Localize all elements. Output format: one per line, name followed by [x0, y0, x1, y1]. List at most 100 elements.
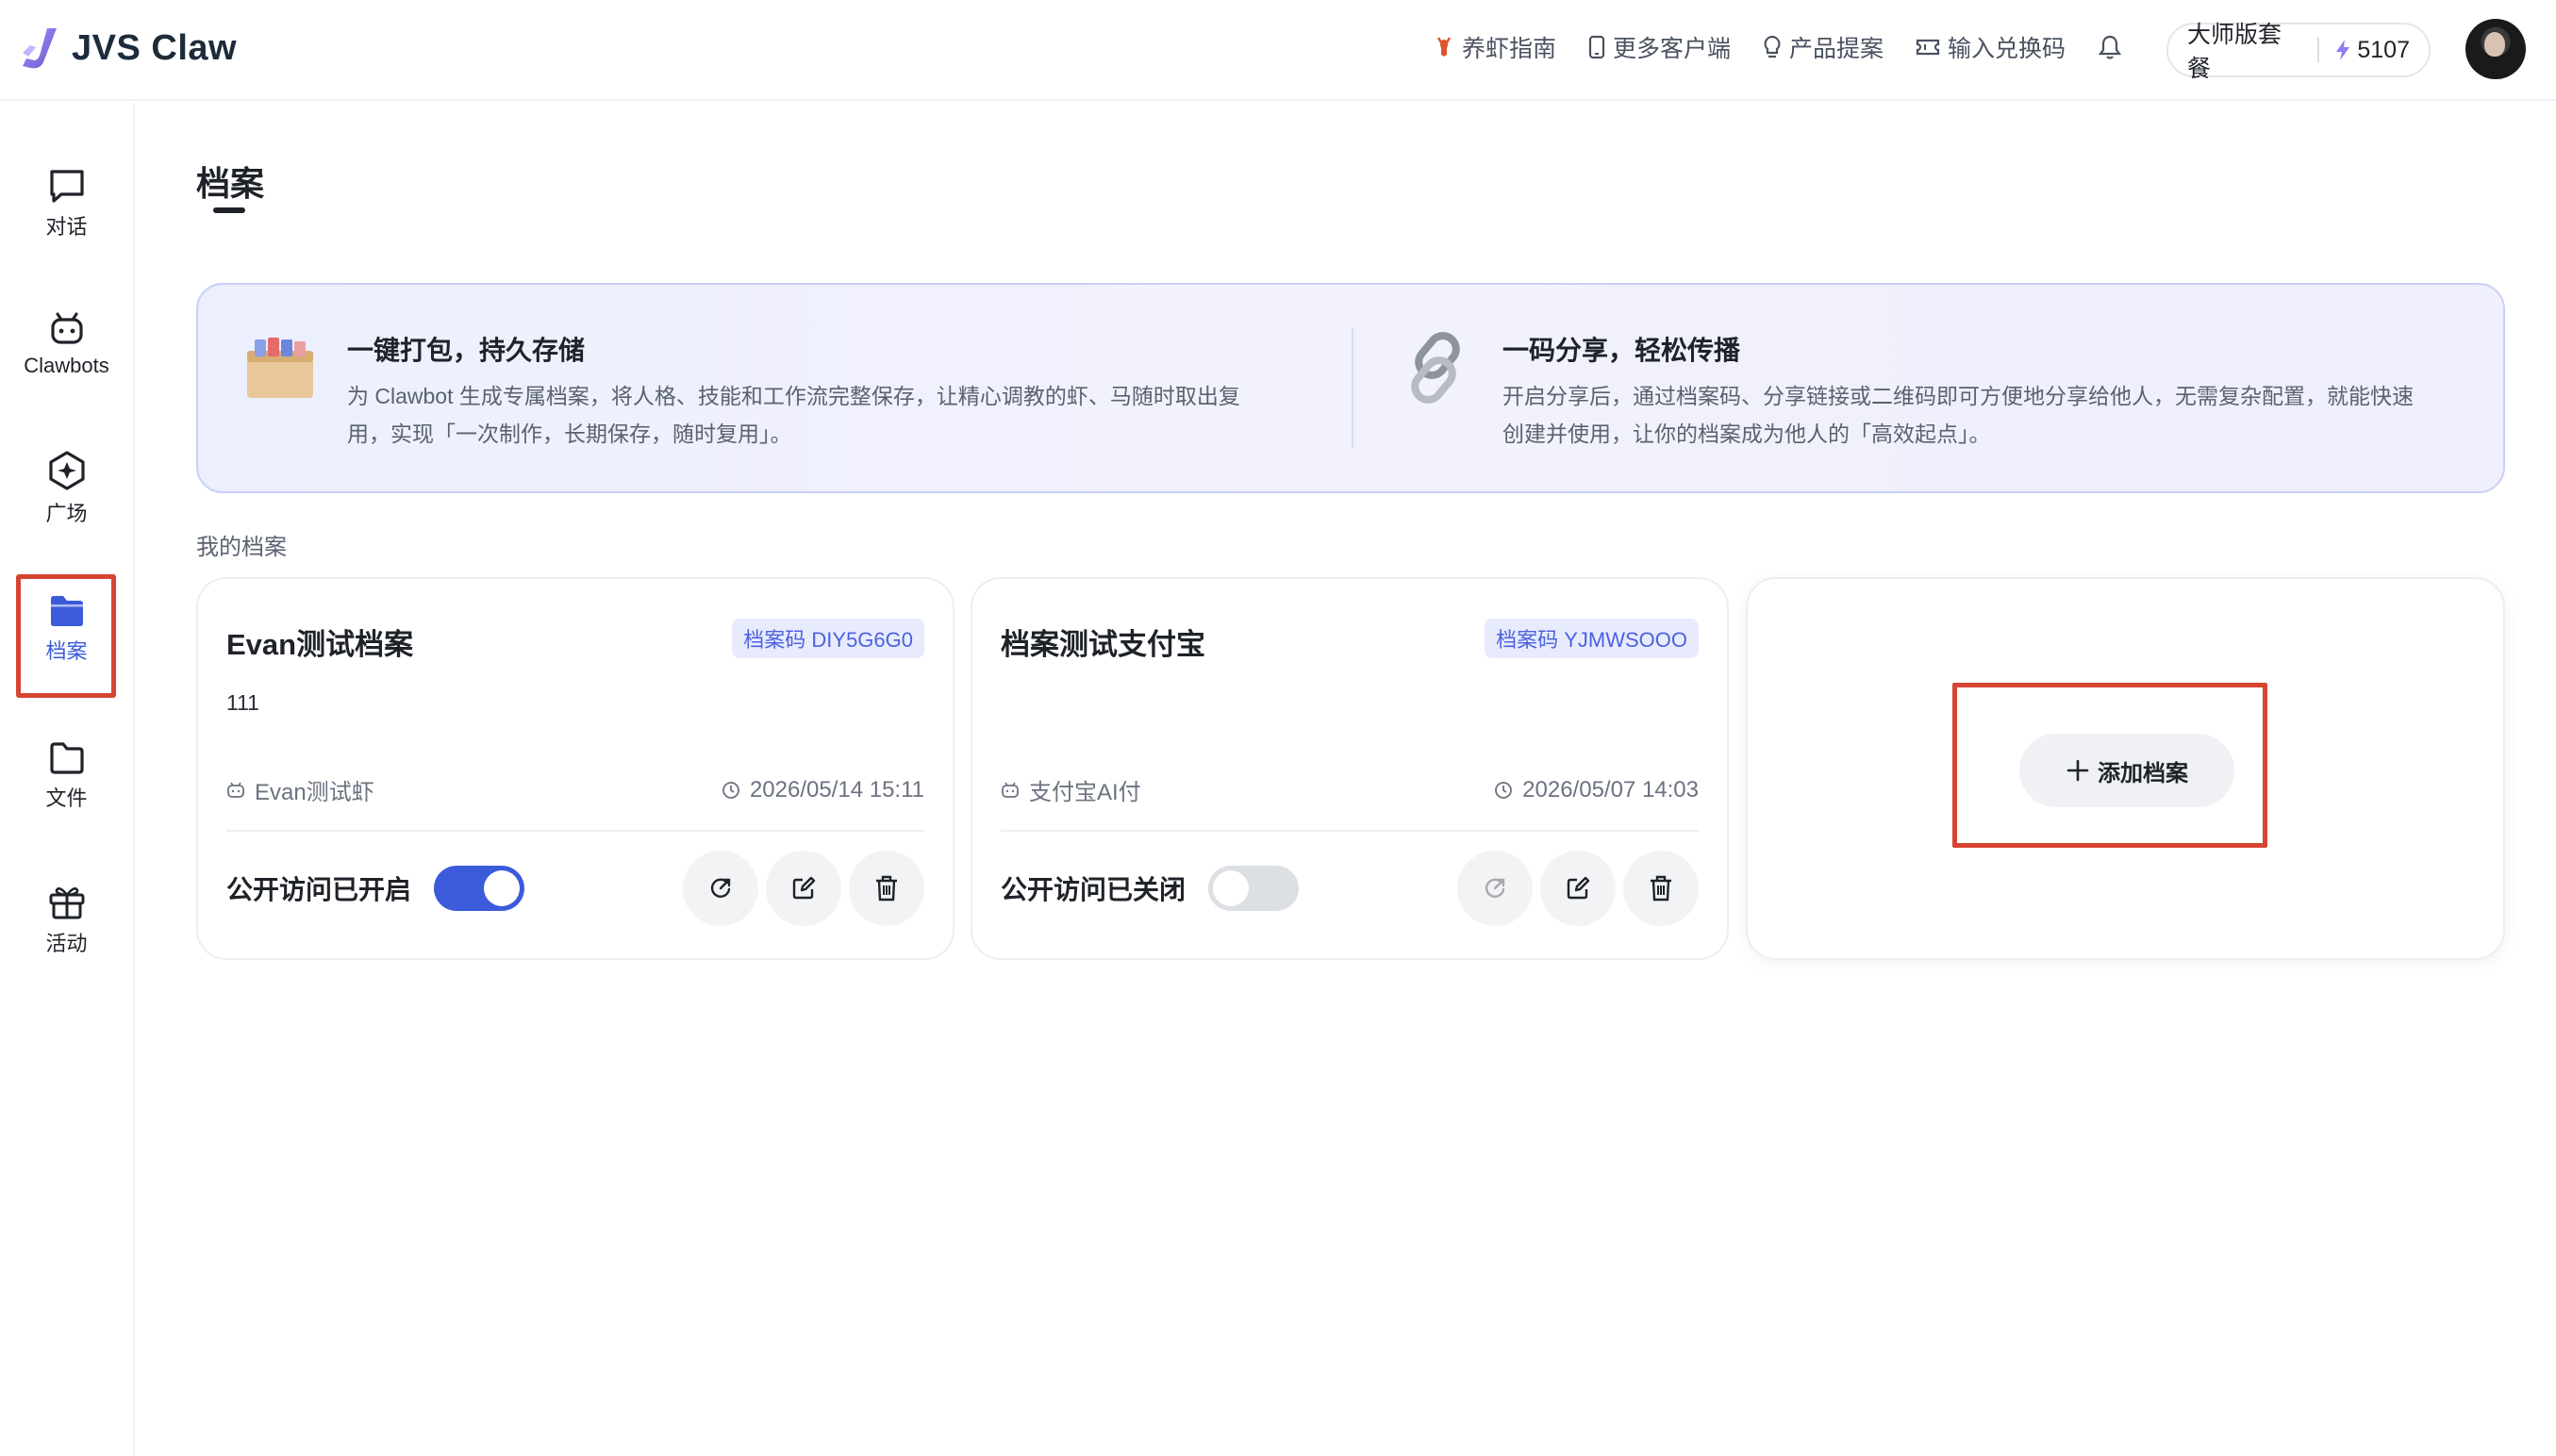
card-divider: [1001, 830, 1699, 832]
edit-icon: [792, 876, 816, 900]
sidebar-item-label: 广场: [45, 502, 88, 525]
banner-storage-desc-line: 为 Clawbot 生成专属档案，将人格、技能和工作流完整保存，让精心调教的虾、…: [347, 384, 1240, 408]
notification-button[interactable]: [2098, 34, 2122, 60]
archive-card[interactable]: Evan测试档案 档案码 DIY5G6G0 111 Evan测试虾 2026/0…: [196, 577, 954, 960]
ticket-icon: [1916, 39, 1940, 56]
banner-share-desc-line: 创建并使用，让你的档案成为他人的「高效起点」。: [1502, 422, 1991, 446]
bell-icon: [2098, 35, 2122, 59]
gift-icon: [49, 887, 84, 919]
archive-actions: [675, 851, 924, 926]
lobster-icon: [1436, 37, 1452, 57]
public-access-toggle[interactable]: [434, 866, 525, 911]
plan-name: 大师版套餐: [2187, 22, 2282, 82]
share-button[interactable]: [1457, 851, 1533, 926]
archive-bot-name: Evan测试虾: [255, 780, 374, 805]
sidebar-item-activities[interactable]: 活动: [0, 882, 133, 957]
app-name: JVS Claw: [72, 27, 238, 68]
archive-description: 111: [226, 690, 259, 715]
logo-icon: [23, 28, 57, 69]
highlight-box-add-archive: [1952, 683, 2267, 848]
page-title: 档案: [196, 164, 265, 203]
banner-share-desc-line: 开启分享后，通过档案码、分享链接或二维码即可方便地分享给他人，无需复杂配置，就能…: [1502, 384, 2414, 408]
nav-lobster-guide[interactable]: 养虾指南: [1434, 30, 1556, 64]
nav-product-proposal[interactable]: 产品提案: [1763, 30, 1884, 64]
archive-code-badge[interactable]: 档案码 YJMWSOOO: [1485, 619, 1699, 658]
user-avatar[interactable]: [2465, 19, 2526, 79]
archive-timestamp: 2026/05/07 14:03: [1522, 776, 1699, 802]
trash-icon: [876, 875, 897, 902]
archive-card[interactable]: 档案测试支付宝 档案码 YJMWSOOO 支付宝AI付 2026/05/07 1…: [971, 577, 1729, 960]
nav-label: 养虾指南: [1462, 36, 1557, 62]
sidebar-item-label: 对话: [45, 215, 88, 239]
banner-share-title: 一码分享，轻松传播: [1502, 336, 1741, 365]
delete-button[interactable]: [1623, 851, 1699, 926]
folder-icon: [49, 742, 84, 774]
archive-time: 2026/05/07 14:03: [1494, 777, 1699, 803]
archive-meta: Evan测试虾 2026/05/14 15:11: [226, 773, 924, 806]
credits-value: 5107: [2357, 36, 2410, 63]
archive-actions: [1450, 851, 1699, 926]
chain-link-icon: [1411, 332, 1460, 404]
edit-icon: [1567, 876, 1590, 900]
banner-storage-desc-line: 用，实现「一次制作，长期保存，随时复用」。: [347, 422, 792, 446]
banner-share-desc: 开启分享后，通过档案码、分享链接或二维码即可方便地分享给他人，无需复杂配置，就能…: [1502, 377, 2414, 453]
archive-name: 档案测试支付宝: [1001, 628, 1205, 661]
banner-storage-desc: 为 Clawbot 生成专属档案，将人格、技能和工作流完整保存，让精心调教的虾、…: [347, 377, 1240, 453]
chat-icon: [49, 170, 84, 203]
toggle-knob: [484, 870, 521, 906]
plan-divider: [2317, 38, 2320, 62]
nav-label: 更多客户端: [1613, 36, 1732, 62]
bot-icon: [227, 782, 244, 798]
sidebar-item-clawbots[interactable]: Clawbots: [0, 308, 133, 378]
plan-credits-pill[interactable]: 大师版套餐 5107: [2166, 22, 2431, 82]
banner-storage-title: 一键打包，持久存储: [347, 336, 586, 365]
share-icon: [710, 878, 731, 898]
lightbulb-icon: [1764, 35, 1781, 58]
archive-time: 2026/05/14 15:11: [722, 777, 924, 803]
sidebar-item-plaza[interactable]: 广场: [0, 450, 133, 527]
bot-icon: [50, 312, 83, 344]
nav-label: 产品提案: [1789, 36, 1884, 62]
info-banner: 一键打包，持久存储 为 Clawbot 生成专属档案，将人格、技能和工作流完整保…: [196, 283, 2505, 493]
add-archive-card: 添加档案: [1746, 577, 2505, 960]
banner-storage: 一键打包，持久存储 为 Clawbot 生成专属档案，将人格、技能和工作流完整保…: [347, 330, 1240, 453]
public-access-label: 公开访问已开启: [226, 875, 412, 904]
archive-bot-name: 支付宝AI付: [1029, 780, 1141, 805]
nav-redeem-code[interactable]: 输入兑换码: [1916, 30, 2066, 64]
lightning-icon: [2336, 40, 2350, 60]
toggle-knob: [1213, 870, 1250, 906]
section-label-my-archives: 我的档案: [196, 535, 287, 560]
bot-icon: [1002, 782, 1019, 798]
plaza-icon: [48, 451, 85, 490]
sidebar-item-chat[interactable]: 对话: [0, 167, 133, 240]
title-underline: [213, 207, 245, 213]
edit-button[interactable]: [766, 851, 841, 926]
archive-footer: 公开访问已关闭: [1001, 851, 1699, 926]
card-divider: [226, 830, 924, 832]
sidebar-item-label: 活动: [45, 932, 88, 955]
nav-more-clients[interactable]: 更多客户端: [1588, 30, 1731, 64]
share-icon: [1485, 878, 1505, 898]
public-access-label: 公开访问已关闭: [1001, 875, 1187, 904]
sidebar-item-label: Clawbots: [24, 354, 109, 377]
trash-icon: [1651, 875, 1671, 902]
archive-name: Evan测试档案: [226, 628, 414, 661]
archive-box-icon: [247, 338, 313, 398]
share-button[interactable]: [683, 851, 758, 926]
nav-label: 输入兑换码: [1948, 36, 2066, 62]
sidebar-item-files[interactable]: 文件: [0, 740, 133, 812]
public-access-toggle[interactable]: [1208, 866, 1300, 911]
credits: 5107: [2334, 37, 2410, 64]
archive-code-badge[interactable]: 档案码 DIY5G6G0: [732, 619, 924, 658]
highlight-box-archives: [16, 574, 116, 698]
banner-divider: [1352, 328, 1353, 449]
delete-button[interactable]: [849, 851, 924, 926]
top-bar: JVS Claw 养虾指南 更多客户端 产品提案 输入兑换码 大师版套餐 510…: [0, 0, 2556, 101]
clock-icon: [1495, 781, 1513, 799]
archive-meta: 支付宝AI付 2026/05/07 14:03: [1001, 773, 1699, 806]
clock-icon: [722, 781, 739, 799]
sidebar-item-label: 文件: [45, 786, 88, 810]
archive-footer: 公开访问已开启: [226, 851, 924, 926]
app-logo[interactable]: JVS Claw: [19, 25, 237, 72]
edit-button[interactable]: [1540, 851, 1616, 926]
